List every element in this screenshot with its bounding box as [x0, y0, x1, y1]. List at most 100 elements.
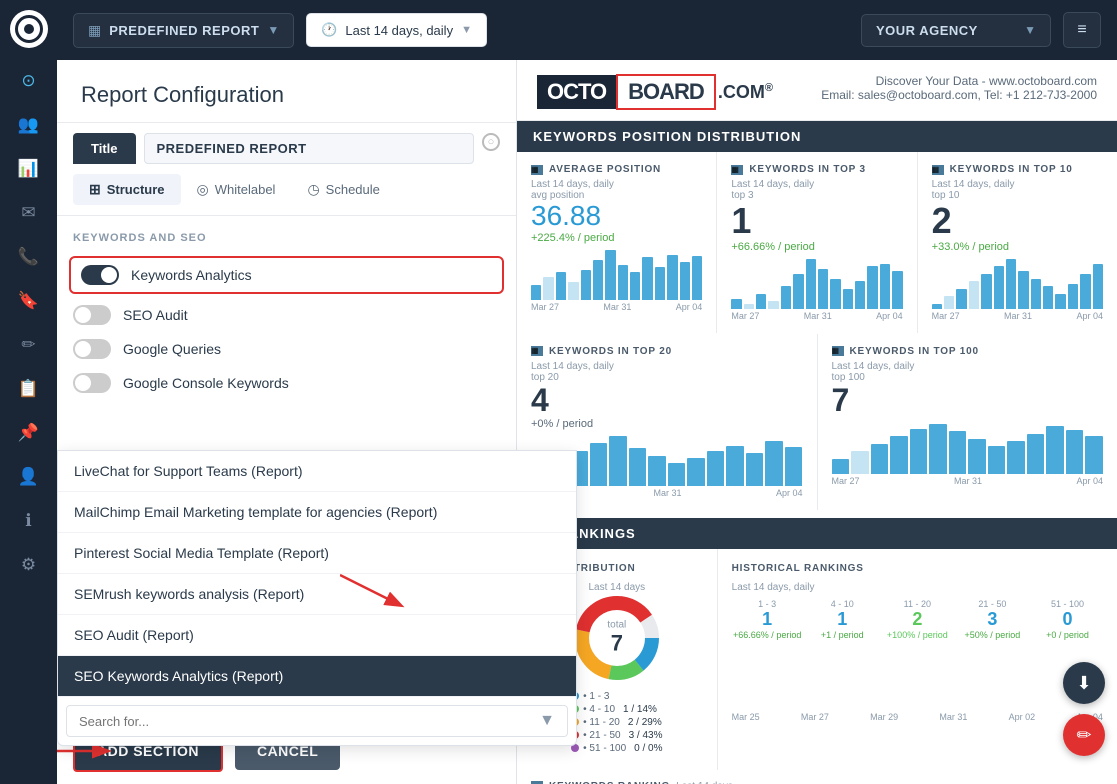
- tab-title[interactable]: Title: [73, 133, 136, 164]
- sidebar-item-users[interactable]: 👥: [10, 106, 48, 144]
- toggle-keywords-analytics[interactable]: [81, 265, 119, 285]
- download-button[interactable]: ⬇: [1063, 662, 1105, 704]
- metric-avg-title: AVERAGE POSITION: [549, 164, 661, 175]
- date-range-label: Last 14 days, daily: [345, 23, 453, 38]
- toggle-label-keywords-analytics: Keywords Analytics: [131, 267, 252, 283]
- content-area: Report Configuration Title ○ ⊞ Structure…: [57, 60, 1117, 784]
- sidebar-item-user[interactable]: 👤: [10, 458, 48, 496]
- report-icon: ▦: [88, 22, 101, 39]
- dropdown-item-0[interactable]: LiveChat for Support Teams (Report): [58, 451, 576, 492]
- toggle-seo-audit[interactable]: [73, 305, 111, 325]
- hist-chart: [732, 650, 1103, 710]
- donut-label: total 7: [607, 619, 626, 656]
- metric-top100-sub: Last 14 days, daily: [832, 361, 1104, 372]
- metric-top3-chart: [731, 259, 902, 309]
- dropdown-item-4[interactable]: SEO Audit (Report): [58, 615, 576, 656]
- hist-title: HISTORICAL RANKINGS: [732, 563, 1103, 574]
- agency-selector-label: YOUR AGENCY: [876, 23, 1016, 38]
- metric-top10-value: 2: [932, 201, 1103, 241]
- sidebar-item-info[interactable]: ℹ: [10, 502, 48, 540]
- tab-structure-label: Structure: [107, 182, 165, 197]
- octoboard-logo: OCTO BOARD .COM®: [537, 74, 773, 110]
- metric-top100-chart: [832, 424, 1104, 474]
- metrics-grid-bottom: ▦ KEYWORDS IN TOP 20 Last 14 days, daily…: [517, 334, 1117, 510]
- metric-top10-chart: [932, 259, 1103, 309]
- sidebar-item-settings[interactable]: ⚙: [10, 546, 48, 584]
- sidebar-item-edit[interactable]: ✏: [10, 326, 48, 364]
- toggle-label-google-console: Google Console Keywords: [123, 375, 289, 391]
- sidebar-item-dashboard[interactable]: ⊙: [10, 62, 48, 100]
- sidebar-item-pin[interactable]: 📌: [10, 414, 48, 452]
- agency-selector[interactable]: YOUR AGENCY ▼: [861, 14, 1051, 47]
- metric-top10-title: KEYWORDS IN TOP 10: [950, 164, 1073, 175]
- date-chevron-icon: ▼: [461, 24, 472, 36]
- main-area: ▦ PREDEFINED REPORT ▼ 🕐 Last 14 days, da…: [57, 0, 1117, 784]
- sidebar-item-reports[interactable]: 📋: [10, 370, 48, 408]
- metric-icon-5: ▦: [832, 346, 844, 356]
- hist-metrics: 1 - 3 1 +66.66% / period 4 - 10 1 +1 / p…: [732, 599, 1103, 640]
- historical-cell: HISTORICAL RANKINGS Last 14 days, daily …: [718, 549, 1117, 770]
- toggle-label-google-queries: Google Queries: [123, 341, 221, 357]
- sidebar-item-analytics[interactable]: 📊: [10, 150, 48, 188]
- logo-reg: ®: [765, 82, 773, 94]
- section-tabs: ⊞ Structure ◎ Whitelabel ◷ Schedule: [57, 164, 516, 216]
- metric-top3: ▦ KEYWORDS IN TOP 3 Last 14 days, daily …: [717, 152, 916, 333]
- section-label: KEYWORDS AND SEO: [73, 232, 500, 244]
- metric-top20-sub: Last 14 days, daily: [531, 361, 803, 372]
- metric-top100-value: 7: [832, 383, 1104, 418]
- report-contact: Discover Your Data - www.octoboard.com E…: [821, 74, 1097, 102]
- dropdown-item-2[interactable]: Pinterest Social Media Template (Report): [58, 533, 576, 574]
- metric-top10-change: +33.0% / period: [932, 241, 1103, 253]
- report-header: OCTO BOARD .COM® Discover Your Data - ww…: [517, 60, 1117, 121]
- dropdown-item-1[interactable]: MailChimp Email Marketing template for a…: [58, 492, 576, 533]
- metric-top3-title: KEYWORDS IN TOP 3: [749, 164, 866, 175]
- topbar: ▦ PREDEFINED REPORT ▼ 🕐 Last 14 days, da…: [57, 0, 1117, 60]
- section1-heading: KEYWORDS POSITION DISTRIBUTION: [517, 121, 1117, 152]
- metric-avg-chart: [531, 250, 702, 300]
- donut-chart: total 7: [572, 593, 662, 683]
- toggle-google-console[interactable]: [73, 373, 111, 393]
- tab-schedule[interactable]: ◷ Schedule: [291, 174, 395, 205]
- sidebar: ⊙ 👥 📊 ✉ 📞 🔖 ✏ 📋 📌 👤 ℹ ⚙: [0, 0, 57, 784]
- report-selector[interactable]: ▦ PREDEFINED REPORT ▼: [73, 13, 294, 48]
- metric-avg-change: +225.4% / period: [531, 232, 702, 244]
- menu-button[interactable]: ≡: [1063, 12, 1101, 48]
- toggle-google-queries[interactable]: [73, 339, 111, 359]
- donut-legend: • 1 - 3 • 4 - 101 / 14% • 11 - 202 / 29%…: [571, 691, 662, 756]
- toggle-row-google-queries: Google Queries: [73, 332, 500, 366]
- schedule-icon: ◷: [307, 181, 319, 198]
- dropdown-item-5[interactable]: SEO Keywords Analytics (Report): [58, 656, 576, 697]
- dropdown-item-3[interactable]: SEMrush keywords analysis (Report): [58, 574, 576, 615]
- metric-top20-value: 4: [531, 383, 803, 418]
- logo-com: .COM®: [718, 82, 773, 103]
- tab-structure[interactable]: ⊞ Structure: [73, 174, 181, 205]
- sidebar-item-bookmark[interactable]: 🔖: [10, 282, 48, 320]
- date-range-picker[interactable]: 🕐 Last 14 days, daily ▼: [306, 13, 487, 47]
- metric-top20-title: KEYWORDS IN TOP 20: [549, 346, 672, 357]
- metric-top3-change: +66.66% / period: [731, 241, 902, 253]
- metric-icon: ▦: [531, 165, 543, 175]
- metric-top100: ▦ KEYWORDS IN TOP 100 Last 14 days, dail…: [818, 334, 1117, 510]
- report-toggle-check[interactable]: ○: [482, 133, 500, 151]
- metric-top100-title: KEYWORDS IN TOP 100: [850, 346, 979, 357]
- clock-icon: 🕐: [321, 22, 337, 38]
- edit-button[interactable]: ✏: [1063, 714, 1105, 756]
- metric-top10: ▦ KEYWORDS IN TOP 10 Last 14 days, daily…: [918, 152, 1117, 333]
- logo-octo: OCTO: [537, 75, 616, 109]
- app-logo[interactable]: [10, 10, 48, 48]
- contact-discover: Discover Your Data - www.octoboard.com: [821, 74, 1097, 88]
- sidebar-item-mail[interactable]: ✉: [10, 194, 48, 232]
- toggle-label-seo-audit: SEO Audit: [123, 307, 188, 323]
- metric-top3-sub: Last 14 days, daily: [731, 179, 902, 190]
- hist-metric-3: 21 - 50 3 +50% / period: [957, 599, 1028, 640]
- tab-whitelabel[interactable]: ◎ Whitelabel: [181, 174, 292, 205]
- report-name-input[interactable]: [144, 133, 475, 164]
- hist-metric-2: 11 - 20 2 +100% / period: [882, 599, 953, 640]
- tab-whitelabel-label: Whitelabel: [215, 182, 276, 197]
- dropdown-search-input[interactable]: [79, 714, 531, 729]
- metric-icon-2: ▦: [731, 165, 743, 175]
- donut-num: 7: [607, 630, 626, 656]
- hist-sub: Last 14 days, daily: [732, 582, 1103, 593]
- sidebar-item-phone[interactable]: 📞: [10, 238, 48, 276]
- metric-icon-3: ▦: [932, 165, 944, 175]
